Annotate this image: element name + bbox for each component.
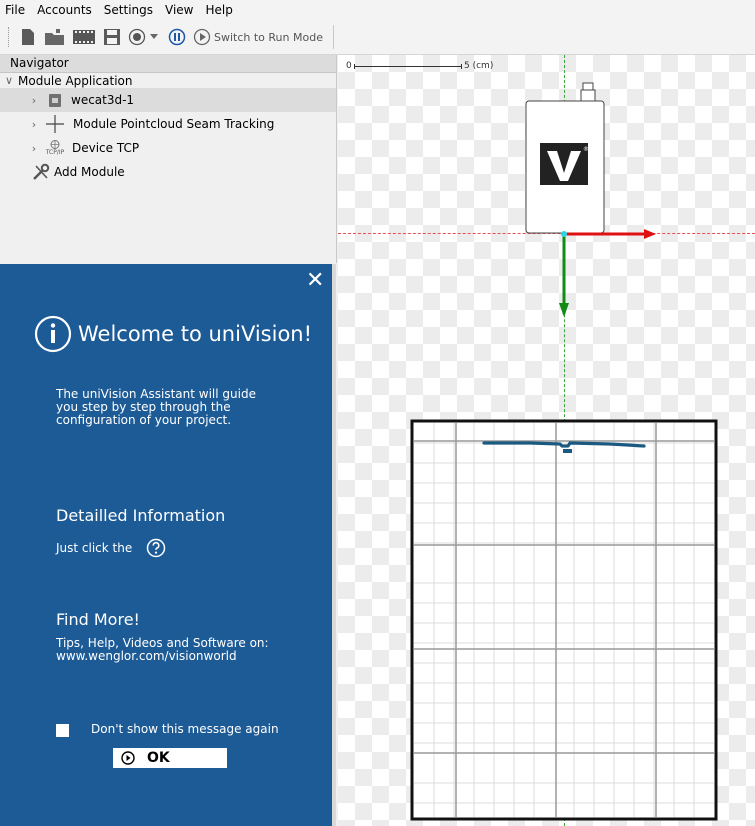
save-icon — [104, 29, 120, 45]
navigator-panel: Navigator ∨ Module Application › wecat3d… — [0, 55, 337, 263]
sensor-icon — [49, 93, 61, 107]
new-project-button[interactable] — [17, 26, 39, 48]
play-icon — [121, 751, 135, 765]
scale-bar — [354, 66, 461, 67]
run-mode-label: Switch to Run Mode — [214, 30, 323, 44]
navigator-title: Navigator — [0, 55, 336, 73]
profile-graph — [410, 419, 718, 821]
chevron-right-icon[interactable]: › — [29, 118, 39, 131]
welcome-panel: ✕ Welcome to uniVision! The uniVision As… — [0, 264, 336, 826]
crosshair-icon — [45, 114, 65, 134]
dont-show-checkbox[interactable] — [56, 724, 69, 737]
menu-help[interactable]: Help — [200, 0, 239, 20]
play-icon — [193, 28, 211, 46]
folder-open-icon — [45, 29, 64, 45]
ok-label: OK — [147, 750, 170, 766]
tcp-ip-icon: TCP/IP — [44, 140, 66, 156]
tree-item-wecat3d[interactable]: › wecat3d-1 — [0, 88, 336, 112]
sensor-device[interactable]: ® — [523, 81, 607, 237]
tools-icon — [32, 163, 50, 181]
tree-root-module-application[interactable]: ∨ Module Application — [0, 73, 336, 88]
toolbar-separator — [333, 25, 334, 49]
help-icon[interactable] — [146, 538, 166, 561]
save-button[interactable] — [100, 26, 124, 48]
record-icon — [128, 28, 146, 46]
toolbar: Switch to Run Mode — [0, 20, 755, 55]
chevron-right-icon[interactable]: › — [29, 94, 39, 107]
menu-settings[interactable]: Settings — [98, 0, 159, 20]
scale-bar-tick — [461, 64, 462, 69]
tree-item-label: Device TCP — [72, 141, 140, 155]
film-icon — [73, 30, 95, 44]
tree-item-label: Module Pointcloud Seam Tracking — [73, 117, 275, 131]
menu-accounts[interactable]: Accounts — [31, 0, 98, 20]
welcome-title: Welcome to uniVision! — [78, 322, 313, 346]
coordinate-axes — [559, 229, 656, 317]
detail-text: Just click the — [56, 541, 133, 555]
scale-start-label: 0 — [346, 61, 352, 71]
chevron-down-icon[interactable]: ∨ — [4, 74, 14, 87]
new-document-icon — [22, 29, 34, 45]
pause-button[interactable] — [166, 26, 188, 48]
tree-item-label: wecat3d-1 — [71, 93, 135, 107]
chevron-down-icon — [150, 34, 158, 39]
tree-item-add-module[interactable]: Add Module — [0, 160, 336, 184]
view-canvas[interactable]: 0 5 (cm) ® — [338, 55, 755, 826]
info-icon — [34, 315, 72, 356]
scale-bar-tick — [354, 64, 355, 69]
record-dropdown-button[interactable] — [127, 26, 159, 48]
menu-view[interactable]: View — [159, 0, 199, 20]
open-project-button[interactable] — [43, 26, 67, 48]
svg-text:®: ® — [583, 146, 589, 153]
video-button[interactable] — [71, 26, 97, 48]
welcome-intro: The uniVision Assistant will guide you s… — [56, 387, 256, 427]
scale-end-label: 5 (cm) — [464, 61, 494, 71]
close-icon[interactable]: ✕ — [306, 270, 324, 292]
menu-bar: File Accounts Settings View Help — [0, 0, 755, 20]
find-heading: Find More! — [56, 610, 140, 629]
switch-to-run-mode-button[interactable]: Switch to Run Mode — [193, 26, 325, 48]
pause-icon — [168, 28, 186, 46]
ok-button[interactable]: OK — [113, 748, 227, 768]
find-text: Tips, Help, Videos and Software on: www.… — [56, 636, 269, 663]
tree-item-label: Add Module — [54, 165, 125, 179]
detail-heading: Detailled Information — [56, 506, 226, 525]
toolbar-grip[interactable] — [8, 27, 11, 47]
menu-file[interactable]: File — [0, 0, 31, 20]
chevron-right-icon[interactable]: › — [29, 142, 39, 155]
tree-item-pointcloud-seam-tracking[interactable]: › Module Pointcloud Seam Tracking — [0, 112, 336, 136]
tree-root-label: Module Application — [18, 73, 133, 88]
tree-item-device-tcp[interactable]: › TCP/IP Device TCP — [0, 136, 336, 160]
dont-show-label: Don't show this message again — [91, 722, 279, 736]
